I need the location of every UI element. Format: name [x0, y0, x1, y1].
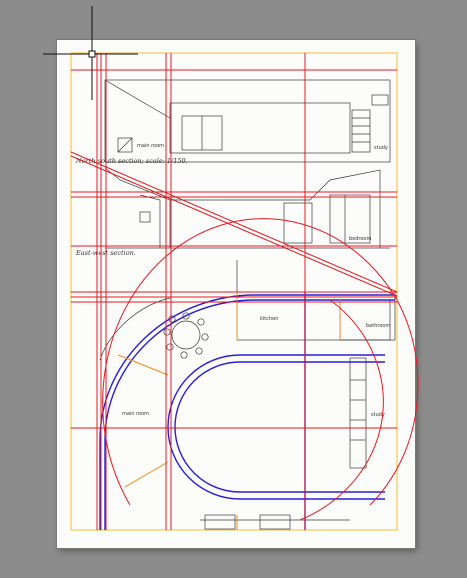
- section-room-box: [169, 102, 351, 154]
- section-stair: [351, 109, 371, 153]
- label-main-room-upper: main room: [137, 143, 164, 149]
- section-detail: [371, 94, 389, 106]
- bathroom-block: [339, 299, 391, 341]
- label-bathroom: bathroom: [366, 323, 390, 329]
- drawing-canvas[interactable]: main room study bedroom kitchen bathroom…: [0, 0, 467, 578]
- caption-east-west: East-west section.: [75, 249, 136, 257]
- orange-guides: [117, 292, 341, 530]
- label-kitchen: kitchen: [260, 316, 278, 322]
- north-south-section: [104, 79, 391, 163]
- study-shelving: [349, 357, 367, 469]
- dining-table: [163, 312, 209, 359]
- label-study-upper: study: [374, 145, 388, 151]
- label-main-room-plan: main room: [122, 411, 149, 417]
- roof-slope-line: [104, 79, 171, 119]
- label-bedroom: bedroom: [349, 236, 371, 242]
